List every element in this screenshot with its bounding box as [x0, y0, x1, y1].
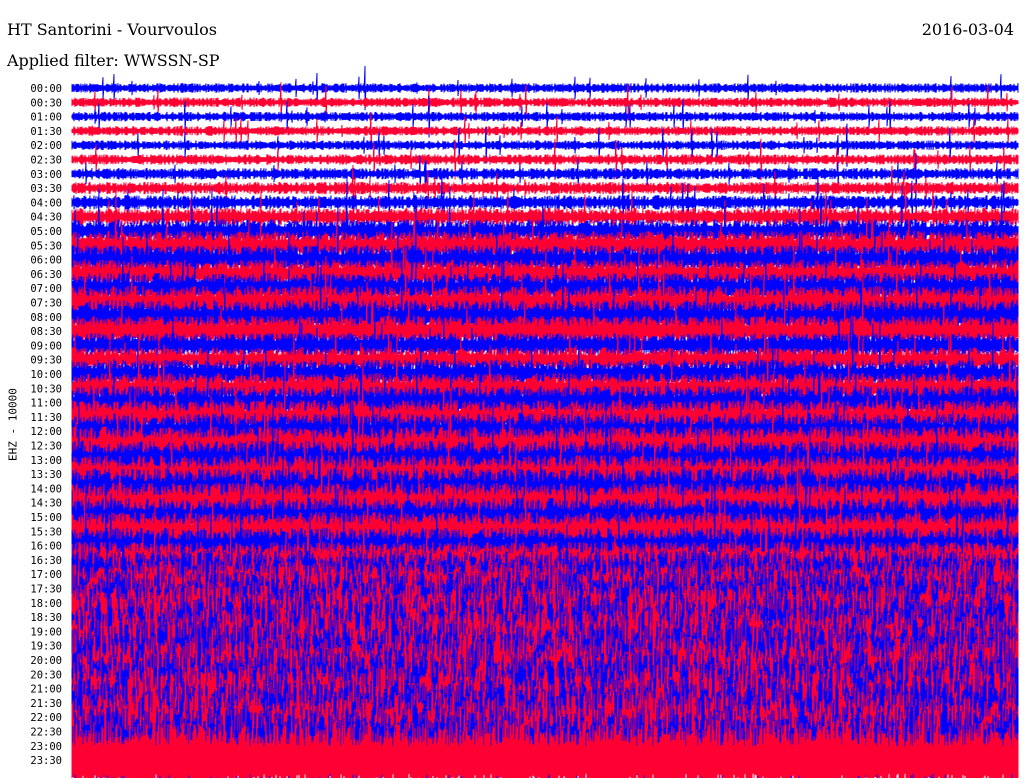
row-time-label: 15:30 — [30, 526, 62, 538]
row-time-label: 20:00 — [30, 655, 62, 667]
row-time-label: 22:00 — [30, 712, 62, 724]
row-time-label: 09:30 — [30, 355, 62, 367]
row-time-label: 18:00 — [30, 598, 62, 610]
row-time-label: 07:30 — [30, 298, 62, 310]
helicorder-plot: 00:00 00:30 01:00 01:30 02:00 02:30 03:00 03:30… — [30, 65, 1019, 779]
row-time-label: 12:00 — [30, 426, 62, 438]
row-time-label: 16:00 — [30, 541, 62, 553]
row-time-label: 10:00 — [30, 369, 62, 381]
row-time-label: 13:30 — [30, 469, 62, 481]
row-time-label: 09:00 — [30, 340, 62, 352]
row-time-label: 06:30 — [30, 269, 62, 281]
row-time-label: 12:30 — [30, 441, 62, 453]
row-time-label: 20:30 — [30, 669, 62, 681]
row-time-label: 22:30 — [30, 727, 62, 739]
row-time-label: 05:30 — [30, 240, 62, 252]
row-time-label: 23:30 — [30, 755, 62, 767]
row-time-label: 21:30 — [30, 698, 62, 710]
row-time-label: 23:00 — [30, 741, 62, 753]
row-time-label: 19:30 — [30, 641, 62, 653]
row-time-label: 07:00 — [30, 283, 62, 295]
row-time-label: 14:30 — [30, 498, 62, 510]
row-time-label: 04:30 — [30, 212, 62, 224]
row-time-label: 21:00 — [30, 684, 62, 696]
row-time-label: 17:30 — [30, 584, 62, 596]
row-time-label: 11:00 — [30, 398, 62, 410]
row-time-label: 18:30 — [30, 612, 62, 624]
row-time-label: 04:00 — [30, 197, 62, 209]
row-time-label: 11:30 — [30, 412, 62, 424]
row-time-label: 02:00 — [30, 140, 62, 152]
row-time-label: 01:30 — [30, 126, 62, 138]
row-time-label: 05:00 — [30, 226, 62, 238]
row-time-label: 14:00 — [30, 483, 62, 495]
row-time-label: 00:00 — [30, 83, 62, 95]
row-time-label: 03:00 — [30, 169, 62, 181]
row-time-label: 03:30 — [30, 183, 62, 195]
row-time-label: 01:00 — [30, 112, 62, 124]
row-time-label: 13:00 — [30, 455, 62, 467]
row-time-label: 16:30 — [30, 555, 62, 567]
row-time-label: 10:30 — [30, 383, 62, 395]
row-time-label: 08:30 — [30, 326, 62, 338]
row-time-label: 08:00 — [30, 312, 62, 324]
row-time-label: 02:30 — [30, 155, 62, 167]
row-time-label: 06:00 — [30, 255, 62, 267]
row-time-label: 15:00 — [30, 512, 62, 524]
row-time-label: 17:00 — [30, 569, 62, 581]
row-time-label: 00:30 — [30, 97, 62, 109]
row-time-label: 19:00 — [30, 626, 62, 638]
